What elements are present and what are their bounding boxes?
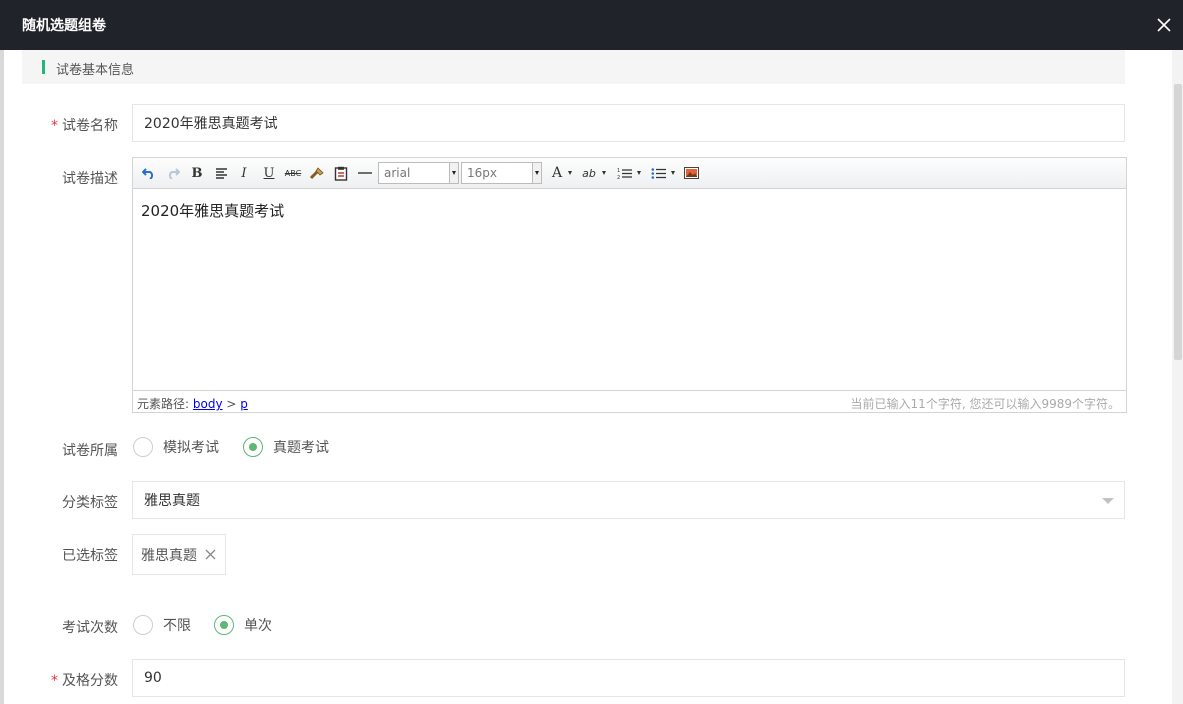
- svg-text:2: 2: [617, 175, 620, 180]
- font-color-button[interactable]: A: [547, 163, 567, 183]
- left-edge: [0, 0, 4, 704]
- font-family-value: arial: [384, 166, 411, 180]
- paper-name-label-text: 试卷名称: [62, 118, 118, 134]
- paper-belongs-label-text: 试卷所属: [62, 443, 118, 459]
- chevron-down-icon: [449, 163, 458, 183]
- horizontal-rule-icon[interactable]: [355, 163, 375, 183]
- element-path-body-link[interactable]: body: [193, 397, 223, 411]
- chevron-down-icon[interactable]: [568, 171, 572, 175]
- italic-button[interactable]: I: [234, 163, 254, 183]
- category-label-text: 分类标签: [62, 495, 118, 511]
- category-value: 雅思真题: [144, 493, 200, 509]
- dialog-title: 随机选题组卷: [22, 18, 106, 34]
- radio-mock-exam-label: 模拟考试: [163, 440, 219, 456]
- element-path-label: 元素路径:: [137, 397, 190, 411]
- selected-tags-label-text: 已选标签: [62, 548, 118, 564]
- close-icon[interactable]: [1151, 12, 1177, 38]
- section-header: 试卷基本信息: [22, 50, 1125, 84]
- editor-content[interactable]: 2020年雅思真题考试: [141, 200, 284, 221]
- undo-icon[interactable]: [139, 163, 159, 183]
- radio-circle-checked[interactable]: [243, 437, 263, 457]
- paper-name-value: 2020年雅思真题考试: [144, 116, 278, 132]
- chevron-down-icon[interactable]: [637, 171, 641, 175]
- rich-text-editor[interactable]: B I U ABC arial 16px A ab 12 2020年雅思真题考试…: [132, 157, 1127, 413]
- paper-description-label-text: 试卷描述: [62, 171, 118, 187]
- unordered-list-icon[interactable]: [648, 163, 668, 183]
- editor-toolbar: B I U ABC arial 16px A ab 12: [133, 158, 1126, 189]
- selected-tag: 雅思真题: [132, 534, 226, 575]
- font-size-select[interactable]: 16px: [461, 162, 542, 184]
- element-path: 元素路径: body > p: [137, 395, 248, 412]
- pass-score-input[interactable]: 90: [132, 659, 1125, 697]
- scrollbar-thumb[interactable]: [1174, 84, 1182, 360]
- redo-icon[interactable]: [163, 163, 183, 183]
- character-count: 当前已输入11个字符, 您还可以输入9989个字符。: [850, 397, 1120, 411]
- font-family-select[interactable]: arial: [378, 162, 459, 184]
- pass-score-value: 90: [144, 670, 162, 686]
- paste-icon[interactable]: [331, 163, 351, 183]
- radio-circle[interactable]: [133, 615, 153, 635]
- required-mark: *: [51, 118, 58, 134]
- paper-description-label: 试卷描述: [0, 168, 118, 188]
- bold-button[interactable]: B: [187, 163, 207, 183]
- insert-image-icon[interactable]: [681, 163, 701, 183]
- section-title: 试卷基本信息: [56, 63, 135, 78]
- radio-single[interactable]: 单次: [214, 615, 272, 635]
- chevron-down-icon[interactable]: [671, 171, 675, 175]
- radio-single-label: 单次: [244, 618, 272, 634]
- editor-statusbar: 元素路径: body > p 当前已输入11个字符, 您还可以输入9989个字符…: [133, 390, 1126, 412]
- chevron-down-icon[interactable]: [602, 171, 606, 175]
- paragraph-format-icon[interactable]: [211, 163, 231, 183]
- format-painter-icon[interactable]: [307, 163, 327, 183]
- category-label: 分类标签: [0, 492, 118, 512]
- section-accent-bar: [42, 60, 45, 74]
- chevron-down-icon: [532, 163, 541, 183]
- category-select[interactable]: 雅思真题: [132, 481, 1125, 519]
- attempts-label-text: 考试次数: [62, 620, 118, 636]
- underline-button[interactable]: U: [259, 163, 279, 183]
- paper-name-input[interactable]: 2020年雅思真题考试: [132, 104, 1125, 142]
- strikethrough-button[interactable]: ABC: [283, 163, 303, 183]
- element-path-p-link[interactable]: p: [240, 397, 248, 411]
- font-size-value: 16px: [467, 166, 497, 180]
- radio-unlimited-label: 不限: [163, 618, 191, 634]
- svg-text:1: 1: [617, 168, 620, 174]
- paper-name-label: * 试卷名称: [0, 115, 118, 135]
- radio-real-exam-label: 真题考试: [273, 440, 329, 456]
- radio-unlimited[interactable]: 不限: [133, 615, 191, 635]
- radio-circle-checked[interactable]: [214, 615, 234, 635]
- radio-real-exam[interactable]: 真题考试: [243, 437, 329, 457]
- attempts-label: 考试次数: [0, 617, 118, 637]
- dialog-titlebar: 随机选题组卷: [0, 0, 1183, 50]
- paper-belongs-label: 试卷所属: [0, 440, 118, 460]
- pass-score-label: * 及格分数: [0, 670, 118, 690]
- radio-circle[interactable]: [133, 437, 153, 457]
- selected-tag-label: 雅思真题: [141, 547, 197, 564]
- required-mark: *: [51, 673, 58, 689]
- radio-mock-exam[interactable]: 模拟考试: [133, 437, 219, 457]
- chevron-down-icon: [1102, 498, 1114, 504]
- selected-tags-label: 已选标签: [0, 545, 118, 565]
- ordered-list-icon[interactable]: 12: [614, 163, 634, 183]
- pass-score-label-text: 及格分数: [62, 673, 118, 689]
- highlight-color-button[interactable]: ab: [579, 163, 599, 183]
- remove-tag-icon[interactable]: [203, 548, 217, 562]
- element-path-separator: >: [226, 397, 237, 411]
